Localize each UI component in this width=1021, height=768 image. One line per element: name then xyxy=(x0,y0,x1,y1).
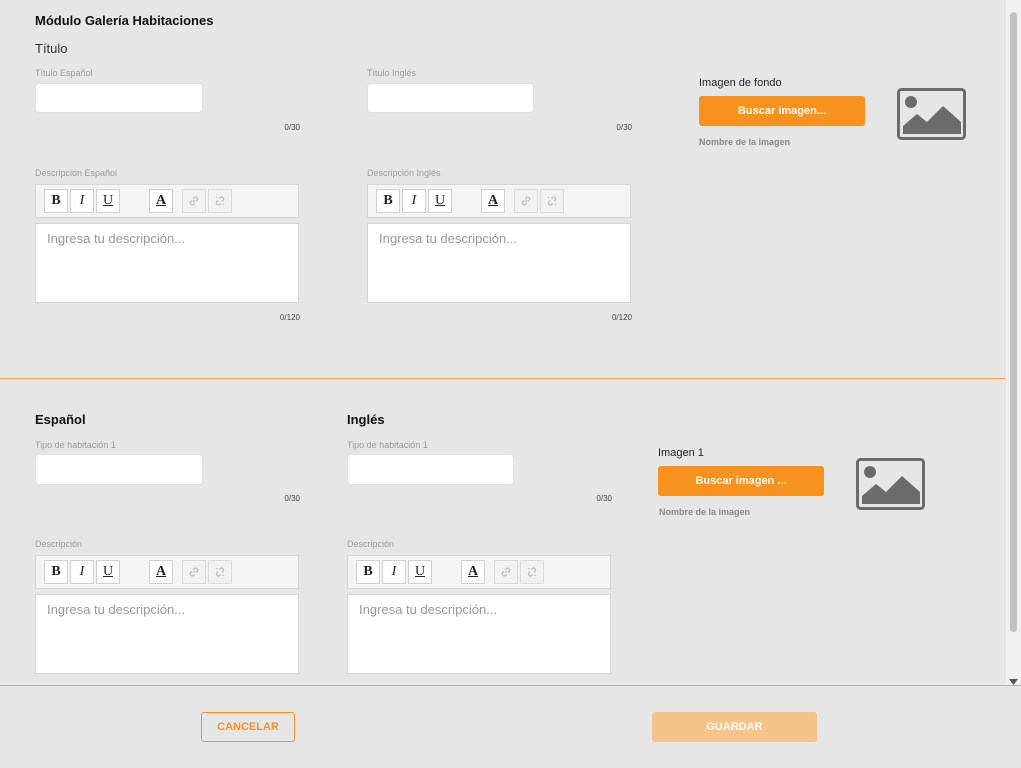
room-type-en-input[interactable] xyxy=(347,454,514,485)
room-type-es-label: Tipo de habitación 1 xyxy=(35,440,116,450)
italic-button[interactable]: I xyxy=(382,560,406,584)
cancel-button[interactable]: CANCELAR xyxy=(201,712,295,742)
underline-button[interactable]: U xyxy=(408,560,432,584)
desc-es-editor[interactable]: Ingresa tu descripción... xyxy=(35,223,299,303)
title-en-input[interactable] xyxy=(367,83,534,113)
image-placeholder-icon xyxy=(856,458,926,515)
room-image-search-button[interactable]: Buscar imagen ... xyxy=(658,466,824,496)
bg-image-label: Imagen de fondo xyxy=(699,77,782,89)
underline-button[interactable]: U xyxy=(96,189,120,213)
room-image-name: Nombre de la imagen xyxy=(659,507,751,517)
room-desc-es-editor[interactable]: Ingresa tu descripción... xyxy=(35,594,299,674)
room-desc-es-label: Descripción xyxy=(35,539,83,549)
text-color-button[interactable]: A xyxy=(481,189,505,213)
scrollbar-thumb[interactable] xyxy=(1010,12,1017,632)
desc-es-label: Descripción Español xyxy=(35,168,118,178)
title-es-label: Título Español xyxy=(35,68,93,78)
room-desc-en-label: Descripción xyxy=(347,539,395,549)
underline-button[interactable]: U xyxy=(96,560,120,584)
desc-en-editor[interactable]: Ingresa tu descripción... xyxy=(367,223,631,303)
bold-button[interactable]: B xyxy=(356,560,380,584)
text-color-button[interactable]: A xyxy=(149,189,173,213)
room-type-es-input[interactable] xyxy=(35,454,203,485)
link-icon[interactable] xyxy=(182,560,206,584)
room-desc-en-toolbar: B I U A xyxy=(347,555,611,589)
room-type-es-counter: 0/30 xyxy=(284,494,300,503)
spanish-heading: Español xyxy=(35,412,86,427)
bold-button[interactable]: B xyxy=(376,189,400,213)
link-icon[interactable] xyxy=(494,560,518,584)
bold-button[interactable]: B xyxy=(44,560,68,584)
link-icon[interactable] xyxy=(182,189,206,213)
italic-button[interactable]: I xyxy=(402,189,426,213)
room-desc-es-toolbar: B I U A xyxy=(35,555,299,589)
room-image-label: Imagen 1 xyxy=(658,447,704,459)
desc-en-counter: 0/120 xyxy=(611,313,632,322)
underline-button[interactable]: U xyxy=(428,189,452,213)
text-color-button[interactable]: A xyxy=(149,560,173,584)
title-en-label: Título Inglés xyxy=(367,68,417,78)
desc-es-toolbar: B I U A xyxy=(35,184,299,218)
room-desc-en-editor[interactable]: Ingresa tu descripción... xyxy=(347,594,611,674)
bold-button[interactable]: B xyxy=(44,189,68,213)
unlink-icon[interactable] xyxy=(520,560,544,584)
title-es-input[interactable] xyxy=(35,83,203,113)
link-icon[interactable] xyxy=(514,189,538,213)
unlink-icon[interactable] xyxy=(208,189,232,213)
scrollbar[interactable] xyxy=(1006,0,1021,686)
section-divider xyxy=(0,378,1005,379)
save-button[interactable]: GUARDAR xyxy=(652,712,817,742)
title-en-counter: 0/30 xyxy=(616,123,632,132)
footer-divider xyxy=(0,685,1021,686)
unlink-icon[interactable] xyxy=(540,189,564,213)
page-title: Módulo Galería Habitaciones xyxy=(35,13,214,28)
unlink-icon[interactable] xyxy=(208,560,232,584)
desc-en-label: Descripción Inglés xyxy=(367,168,441,178)
section-title: Título xyxy=(35,41,68,56)
footer: CANCELAR GUARDAR xyxy=(0,685,1021,768)
desc-en-toolbar: B I U A xyxy=(367,184,631,218)
title-es-counter: 0/30 xyxy=(284,123,300,132)
desc-es-counter: 0/120 xyxy=(279,313,300,322)
bg-image-search-button[interactable]: Buscar imagen... xyxy=(699,96,865,126)
room-type-en-label: Tipo de habitación 1 xyxy=(347,440,428,450)
english-heading: Inglés xyxy=(347,412,385,427)
image-placeholder-icon xyxy=(897,88,967,145)
italic-button[interactable]: I xyxy=(70,189,94,213)
room-type-en-counter: 0/30 xyxy=(596,494,612,503)
text-color-button[interactable]: A xyxy=(461,560,485,584)
italic-button[interactable]: I xyxy=(70,560,94,584)
bg-image-name: Nombre de la imagen xyxy=(699,137,791,147)
